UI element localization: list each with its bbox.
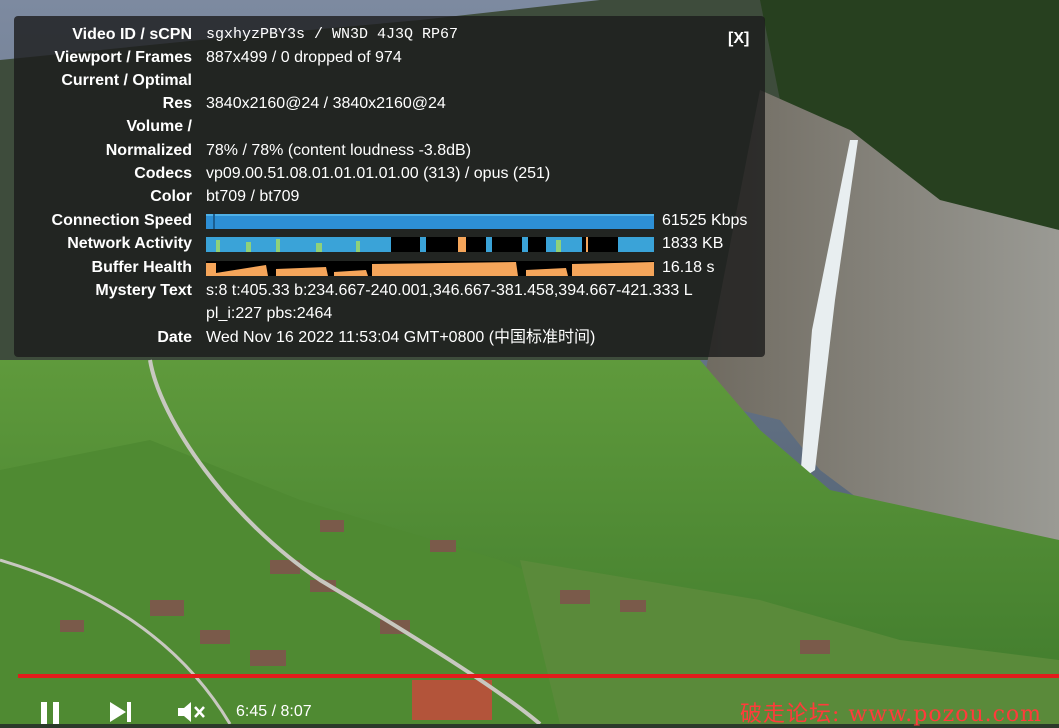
next-icon[interactable]	[108, 700, 134, 724]
stats-label: Color	[150, 188, 192, 205]
stats-label: Viewport / Frames	[54, 49, 192, 66]
stats-label: Normalized	[105, 142, 192, 159]
time-display: 6:45 / 8:07	[236, 703, 312, 720]
stats-value: 3840x2160@24 / 3840x2160@24	[206, 95, 446, 112]
stats-value: 61525 Kbps	[662, 212, 748, 229]
pause-icon[interactable]	[38, 700, 62, 724]
stats-for-nerds-panel: [X] Video ID / sCPN sgxhyzPBY3s / WN3D 4…	[14, 16, 765, 357]
stats-label: Connection Speed	[51, 212, 192, 229]
stats-label: Current / Optimal	[61, 72, 192, 89]
stats-value: s:8 t:405.33 b:234.667-240.001,346.667-3…	[206, 282, 693, 299]
stats-value: Wed Nov 16 2022 11:53:04 GMT+0800 (中国标准时…	[206, 329, 596, 346]
stats-row-date: Date Wed Nov 16 2022 11:53:04 GMT+0800 (…	[14, 327, 765, 349]
stats-label: Mystery Text	[95, 282, 192, 299]
stats-row-video-id: Video ID / sCPN sgxhyzPBY3s / WN3D 4J3Q …	[14, 24, 765, 46]
stats-row-mystery-text: Mystery Text s:8 t:405.33 b:234.667-240.…	[14, 280, 765, 302]
stats-label: Buffer Health	[91, 259, 192, 276]
stats-row-color: Color bt709 / bt709	[14, 186, 765, 208]
stats-label: Codecs	[134, 165, 192, 182]
stats-row-buffer-health: Buffer Health 16.18 s	[14, 257, 765, 279]
stats-label: Video ID / sCPN	[72, 26, 192, 43]
stats-row-current-optimal: Current / Optimal	[14, 70, 765, 92]
stats-row-codecs: Codecs vp09.00.51.08.01.01.01.01.00 (313…	[14, 163, 765, 185]
network-activity-graph	[206, 237, 654, 252]
stats-row-network-activity: Network Activity 1833 KB	[14, 233, 765, 255]
stats-row-viewport: Viewport / Frames 887x499 / 0 dropped of…	[14, 47, 765, 69]
stats-row-normalized: Normalized 78% / 78% (content loudness -…	[14, 140, 765, 162]
stats-value: 78% / 78% (content loudness -3.8dB)	[206, 142, 472, 159]
stats-label: Network Activity	[67, 235, 192, 252]
stats-value: 16.18 s	[662, 259, 715, 276]
stats-value: pl_i:227 pbs:2464	[206, 305, 333, 322]
stats-row-res: Res 3840x2160@24 / 3840x2160@24	[14, 93, 765, 115]
stats-value: sgxhyzPBY3s / WN3D 4J3Q RP67	[206, 26, 459, 43]
stats-row-volume: Volume /	[14, 116, 765, 138]
stats-value: bt709 / bt709	[206, 188, 300, 205]
mute-icon[interactable]	[176, 700, 206, 724]
stats-label: Date	[157, 329, 192, 346]
stats-row-mystery-text-cont: pl_i:227 pbs:2464	[14, 303, 765, 325]
stats-label: Volume /	[126, 118, 193, 135]
buffer-health-graph	[206, 261, 654, 276]
stats-value: 1833 KB	[662, 235, 724, 252]
stats-row-connection-speed: Connection Speed 61525 Kbps	[14, 210, 765, 232]
connection-speed-graph	[206, 214, 654, 229]
stats-label: Res	[162, 95, 192, 112]
stats-value: 887x499 / 0 dropped of 974	[206, 49, 402, 66]
progress-bar[interactable]	[18, 674, 1059, 678]
stats-value: vp09.00.51.08.01.01.01.01.00 (313) / opu…	[206, 165, 551, 182]
site-watermark: 破走论坛: www.pozou.com	[740, 702, 1043, 727]
